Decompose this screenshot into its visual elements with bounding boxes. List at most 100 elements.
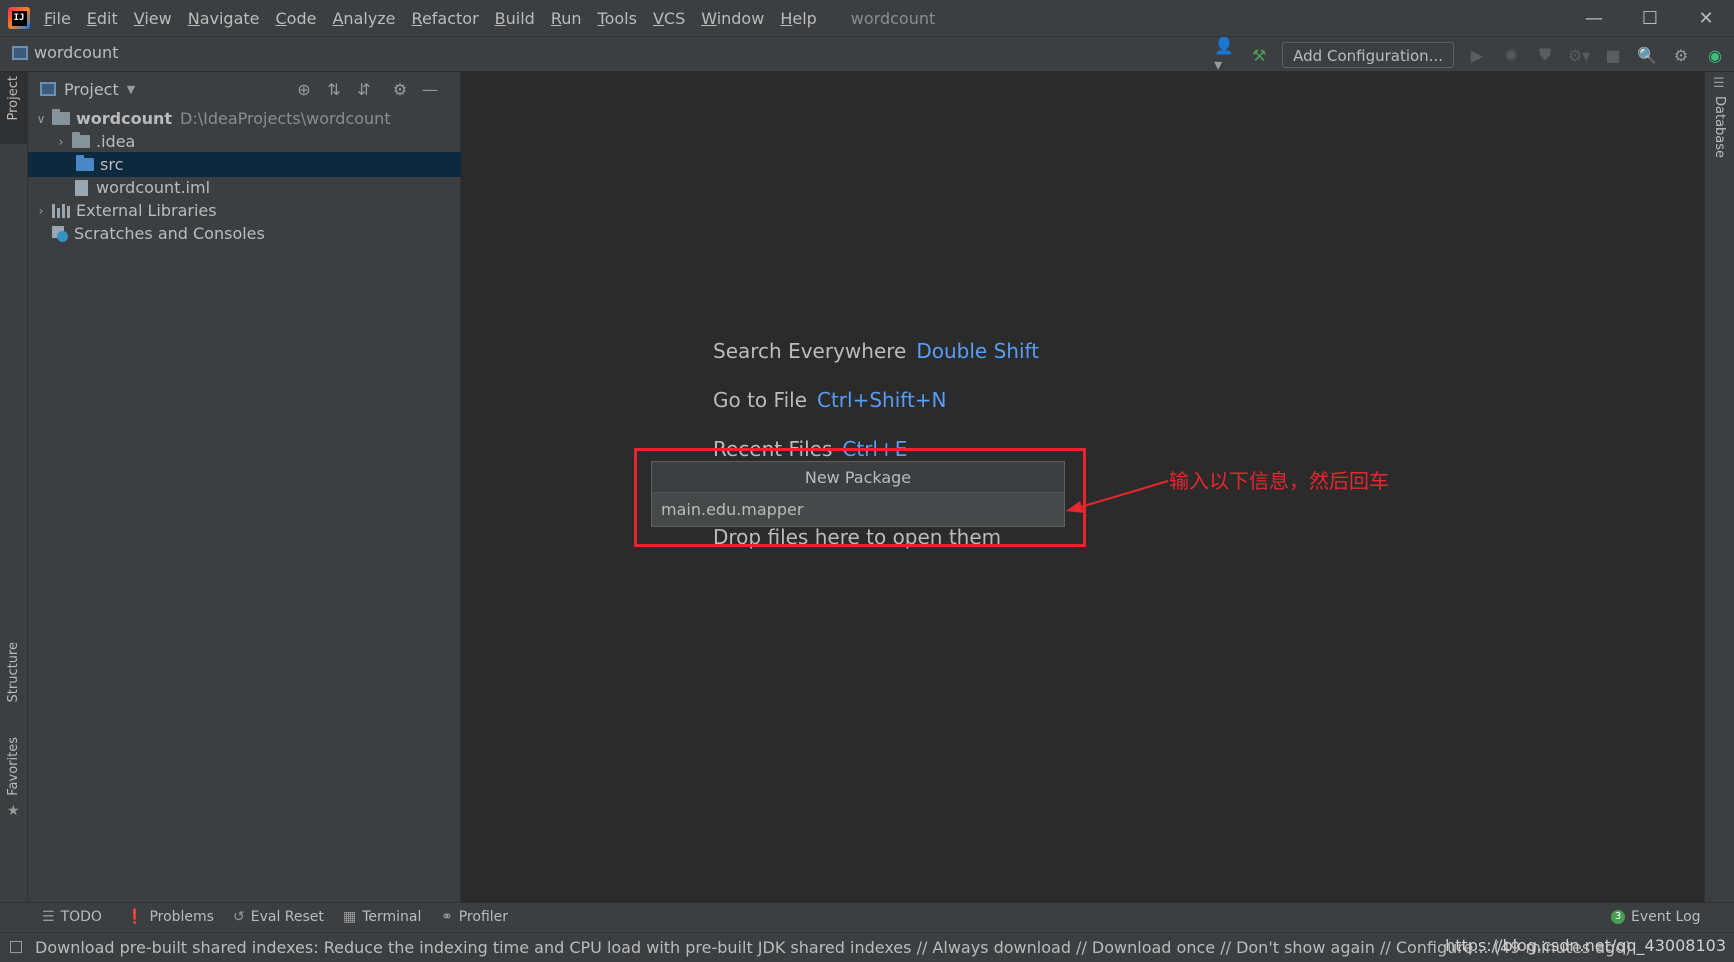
- tree-node-src[interactable]: src: [28, 152, 461, 177]
- problems-label: Problems: [149, 909, 214, 925]
- collapse-all-icon[interactable]: ⇵: [355, 80, 373, 99]
- run-icon[interactable]: ▶: [1466, 44, 1488, 66]
- chevron-down-icon: ▼: [126, 82, 136, 96]
- menu-analyze[interactable]: Analyze: [332, 9, 395, 28]
- tree-node-scratches[interactable]: Scratches and Consoles: [28, 221, 461, 246]
- list-icon: ☰: [42, 909, 55, 925]
- favorites-tab-label: Favorites: [6, 737, 21, 796]
- problems-tool-button[interactable]: ❗ Problems: [126, 909, 214, 925]
- locate-file-icon[interactable]: ⊕: [295, 80, 313, 99]
- left-tool-window-strip: Project Structure Favorites ★: [0, 72, 28, 902]
- project-tool-tab[interactable]: Project: [0, 72, 28, 144]
- menu-file[interactable]: File: [44, 9, 71, 28]
- coverage-icon[interactable]: ⛊: [1534, 44, 1556, 66]
- iml-file-icon: [75, 179, 88, 196]
- menu-view[interactable]: View: [134, 9, 172, 28]
- hide-panel-icon[interactable]: —: [421, 80, 439, 99]
- structure-tool-tab[interactable]: Structure: [0, 642, 28, 722]
- stop-icon[interactable]: ■: [1602, 44, 1624, 66]
- right-tool-window-strip: ☰ Database: [1704, 72, 1734, 902]
- eval-reset-label: Eval Reset: [250, 909, 324, 925]
- libraries-icon: [52, 203, 70, 218]
- profiler-tool-button[interactable]: ⚭ Profiler: [441, 909, 508, 925]
- chevron-down-icon[interactable]: ∨: [34, 112, 48, 126]
- profile-icon[interactable]: ⚙▾: [1568, 44, 1590, 66]
- project-view-selector[interactable]: Project ▼: [40, 80, 135, 99]
- user-account-icon[interactable]: 👤▾: [1214, 36, 1236, 74]
- menu-build[interactable]: Build: [495, 9, 535, 28]
- todo-tool-button[interactable]: ☰ TODO: [42, 909, 102, 925]
- annotation-arrow-icon: [1066, 480, 1169, 513]
- menu-help[interactable]: Help: [780, 9, 816, 28]
- database-icon: ☰: [1713, 76, 1725, 91]
- menu-tools[interactable]: Tools: [598, 9, 637, 28]
- menu-navigate[interactable]: Navigate: [188, 9, 260, 28]
- bottom-tool-bar: ☰ TODO ❗ Problems ↺ Eval Reset ▦ Terminal ⚭ P…: [0, 902, 1734, 932]
- project-folder-icon: [12, 45, 28, 60]
- hint-go-to-file: Go to File Ctrl+Shift+N: [713, 388, 947, 412]
- expand-all-icon[interactable]: ⇅: [325, 80, 343, 99]
- star-icon: ★: [7, 803, 20, 819]
- panel-settings-gear-icon[interactable]: ⚙: [391, 80, 409, 99]
- source-folder-icon: [76, 155, 94, 171]
- maximize-icon[interactable]: ☐: [1622, 0, 1678, 36]
- menu-run[interactable]: Run: [551, 9, 582, 28]
- module-folder-icon: [52, 109, 70, 125]
- project-view-icon: [40, 82, 56, 96]
- profiler-label: Profiler: [458, 909, 509, 925]
- tree-node-wordcount[interactable]: ∨ wordcount D:\IdeaProjects\wordcount: [28, 106, 461, 131]
- event-log-label: Event Log: [1631, 909, 1701, 925]
- favorites-tool-tab[interactable]: Favorites ★: [0, 737, 28, 819]
- reset-arrow-icon: ↺: [233, 909, 245, 925]
- tree-label-wordcount: wordcount: [76, 109, 173, 128]
- hint-shortcut: Ctrl+Shift+N: [817, 388, 947, 412]
- hint-label: Search Everywhere: [713, 339, 907, 363]
- intellij-logo-icon[interactable]: IJ: [8, 7, 30, 29]
- tree-label-idea: .idea: [96, 132, 136, 151]
- menu-window[interactable]: Window: [701, 9, 764, 28]
- add-configuration-button[interactable]: Add Configuration...: [1282, 42, 1454, 68]
- menu-refactor[interactable]: Refactor: [412, 9, 479, 28]
- chevron-right-icon[interactable]: ›: [54, 135, 68, 149]
- minimize-icon[interactable]: —: [1566, 0, 1622, 36]
- status-bar: Download pre-built shared indexes: Reduc…: [0, 932, 1734, 962]
- annotation-note: 输入以下信息，然后回车: [1169, 469, 1389, 493]
- breadcrumb-project[interactable]: wordcount: [34, 43, 118, 62]
- project-tab-label: Project: [6, 76, 21, 121]
- chevron-right-icon[interactable]: ›: [34, 204, 48, 218]
- breadcrumb[interactable]: wordcount: [12, 43, 118, 62]
- eval-reset-tool-button[interactable]: ↺ Eval Reset: [233, 909, 324, 925]
- build-hammer-icon[interactable]: ⚒: [1248, 44, 1270, 66]
- logo-text: IJ: [11, 10, 27, 26]
- jetbrains-toolbox-icon[interactable]: ◉: [1704, 44, 1726, 66]
- folder-icon: [72, 132, 90, 148]
- search-icon[interactable]: 🔍: [1636, 44, 1658, 66]
- window-title: wordcount: [850, 8, 936, 28]
- hint-label: Go to File: [713, 388, 807, 412]
- hint-shortcut: Double Shift: [916, 339, 1040, 363]
- project-tool-window: Project ▼ ⊕ ⇅ ⇵ ⚙ — ∨ wordcount D:\IdeaP…: [28, 72, 461, 902]
- menu-edit[interactable]: Edit: [87, 9, 118, 28]
- terminal-tool-button[interactable]: ▦ Terminal: [343, 909, 421, 925]
- terminal-icon: ▦: [343, 909, 357, 925]
- tree-node-external-libraries[interactable]: › External Libraries: [28, 198, 461, 223]
- event-log-tool-button[interactable]: 3 Event Log: [1611, 909, 1701, 925]
- toggle-tool-windows-icon[interactable]: [10, 941, 22, 953]
- profiler-icon: ⚭: [441, 909, 453, 925]
- annotation-highlight-box: [634, 448, 1086, 547]
- menu-code[interactable]: Code: [276, 9, 317, 28]
- project-path: D:\IdeaProjects\wordcount: [180, 109, 391, 128]
- tree-node-idea[interactable]: › .idea: [28, 129, 461, 154]
- tree-label-scratches: Scratches and Consoles: [74, 224, 265, 243]
- tree-label-src: src: [100, 155, 124, 174]
- settings-gear-icon[interactable]: ⚙: [1670, 44, 1692, 66]
- debug-icon[interactable]: ✺: [1500, 44, 1522, 66]
- watermark-url: https://blog.csdn.net/qq_43008103: [1445, 936, 1726, 955]
- close-icon[interactable]: ✕: [1678, 0, 1734, 36]
- terminal-label: Terminal: [362, 909, 422, 925]
- tree-label-external-libraries: External Libraries: [76, 201, 217, 220]
- status-message[interactable]: Download pre-built shared indexes: Reduc…: [35, 938, 1631, 957]
- tree-node-wordcount-iml[interactable]: wordcount.iml: [28, 175, 461, 200]
- menu-vcs[interactable]: VCS: [653, 9, 685, 28]
- database-tool-tab[interactable]: ☰ Database: [1705, 72, 1733, 172]
